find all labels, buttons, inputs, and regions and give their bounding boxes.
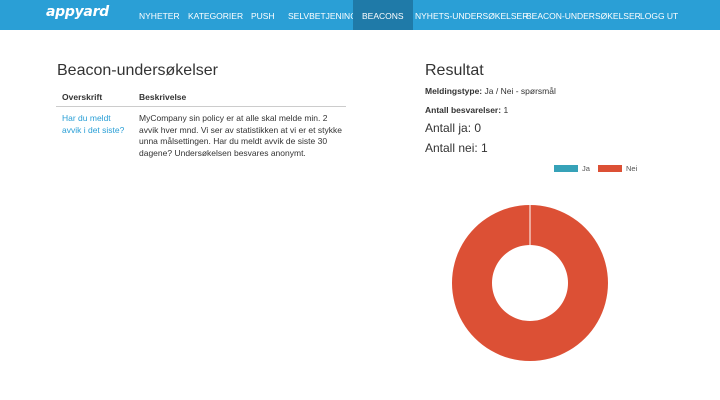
column-header-overskrift: Overskrift [62,92,103,102]
legend-item-ja[interactable]: Ja [554,164,590,173]
survey-title-link[interactable]: Har du meldt avvik i det siste? [62,113,132,136]
no-count: Antall nei: 1 [425,141,488,155]
column-header-beskrivelse: Beskrivelse [139,92,187,102]
response-count-value: 1 [503,105,509,115]
nav-item-beacon-undersokelser[interactable]: BEACON-UNDERSØKELSER [518,0,649,30]
nav-item-logg-ut[interactable]: LOGG UT [632,0,686,30]
yes-count: Antall ja: 0 [425,121,482,135]
survey-description: MyCompany sin policy er at alle skal mel… [139,113,342,158]
message-type-value: Ja / Nei - spørsmål [484,86,556,96]
response-count-label: Antall besvarelser: [425,105,502,115]
app-logo[interactable]: appyard [46,4,109,20]
result-title: Resultat [425,62,484,79]
page-title: Beacon-undersøkelser [57,62,218,79]
legend-swatch-ja [554,165,578,172]
response-count: Antall besvarelser: 1 [425,105,508,115]
nav-item-beacons[interactable]: BEACONS [353,0,413,30]
message-type: Meldingstype: Ja / Nei - spørsmål [425,86,556,96]
legend-item-nei[interactable]: Nei [598,164,637,173]
nav-item-kategorier[interactable]: KATEGORIER [180,0,251,30]
message-type-label: Meldingstype: [425,86,483,96]
legend-swatch-nei [598,165,622,172]
legend-label-ja: Ja [582,164,590,173]
result-donut-chart [451,205,608,361]
table-header-divider [56,106,346,107]
nav-item-nyhets-undersokelser[interactable]: NYHETS-UNDERSØKELSER [408,0,535,30]
legend-label-nei: Nei [626,164,638,173]
navbar: appyard NYHETER KATEGORIER PUSH SELVBETJ… [0,0,720,30]
nav-item-push[interactable]: PUSH [245,0,281,30]
